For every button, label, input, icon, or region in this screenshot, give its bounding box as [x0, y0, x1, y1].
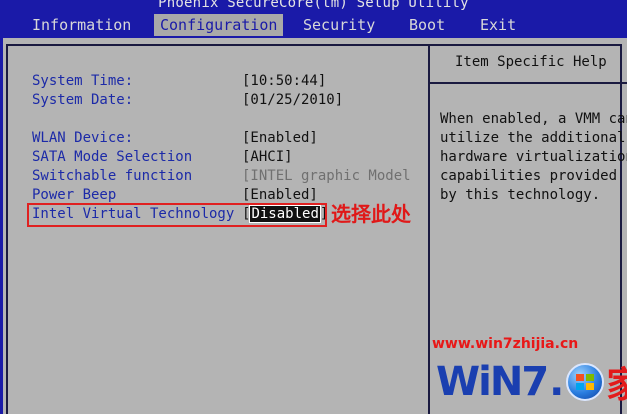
help-divider-vertical [428, 44, 430, 414]
help-line: capabilities provided [440, 168, 618, 184]
menu-bar: Information Configuration Security Boot … [0, 14, 627, 36]
setting-value[interactable]: [Enabled] [242, 186, 318, 204]
help-divider-horizontal [430, 82, 627, 84]
setting-label: SATA Mode Selection [32, 149, 193, 165]
windows-orb-icon [566, 363, 605, 401]
window-title-bar: Phoenix SecureCore(tm) Setup Utility [0, 0, 627, 14]
menu-configuration[interactable]: Configuration [154, 14, 284, 36]
setting-value[interactable]: [AHCI] [242, 148, 293, 166]
window-title: Phoenix SecureCore(tm) Setup Utility [158, 0, 469, 11]
watermark-url: www.win7zhijia.cn [432, 336, 579, 352]
highlight-box [27, 203, 327, 227]
logo-text: 家 [606, 365, 627, 406]
setting-value: [INTEL graphic Model [242, 168, 411, 184]
help-line: hardware virtualization [440, 149, 627, 165]
setting-label: System Date: [32, 92, 134, 108]
logo-text: 7. [521, 359, 565, 405]
logo-text: WiN [436, 359, 523, 405]
annotation-label: 选择此处 [331, 202, 411, 226]
setting-value[interactable]: [Enabled] [242, 129, 318, 147]
watermark-logo: WiN 7. 家 [436, 356, 627, 408]
setting-label: Power Beep [32, 187, 117, 203]
setting-value[interactable]: [10:50:44] [242, 72, 326, 90]
help-line: When enabled, a VMM can [440, 111, 627, 127]
setting-label: System Time: [32, 73, 134, 89]
menu-security[interactable]: Security [297, 14, 381, 36]
menu-information[interactable]: Information [26, 14, 137, 36]
help-line: utilize the additional [440, 130, 626, 146]
setting-label: WLAN Device: [32, 130, 134, 146]
setting-value[interactable]: [01/25/2010] [242, 91, 343, 109]
menu-boot[interactable]: Boot [403, 14, 451, 36]
help-title: Item Specific Help [455, 54, 607, 70]
menu-exit[interactable]: Exit [474, 14, 522, 36]
setting-label: Switchable function [32, 168, 193, 184]
help-line: by this technology. [440, 187, 601, 203]
